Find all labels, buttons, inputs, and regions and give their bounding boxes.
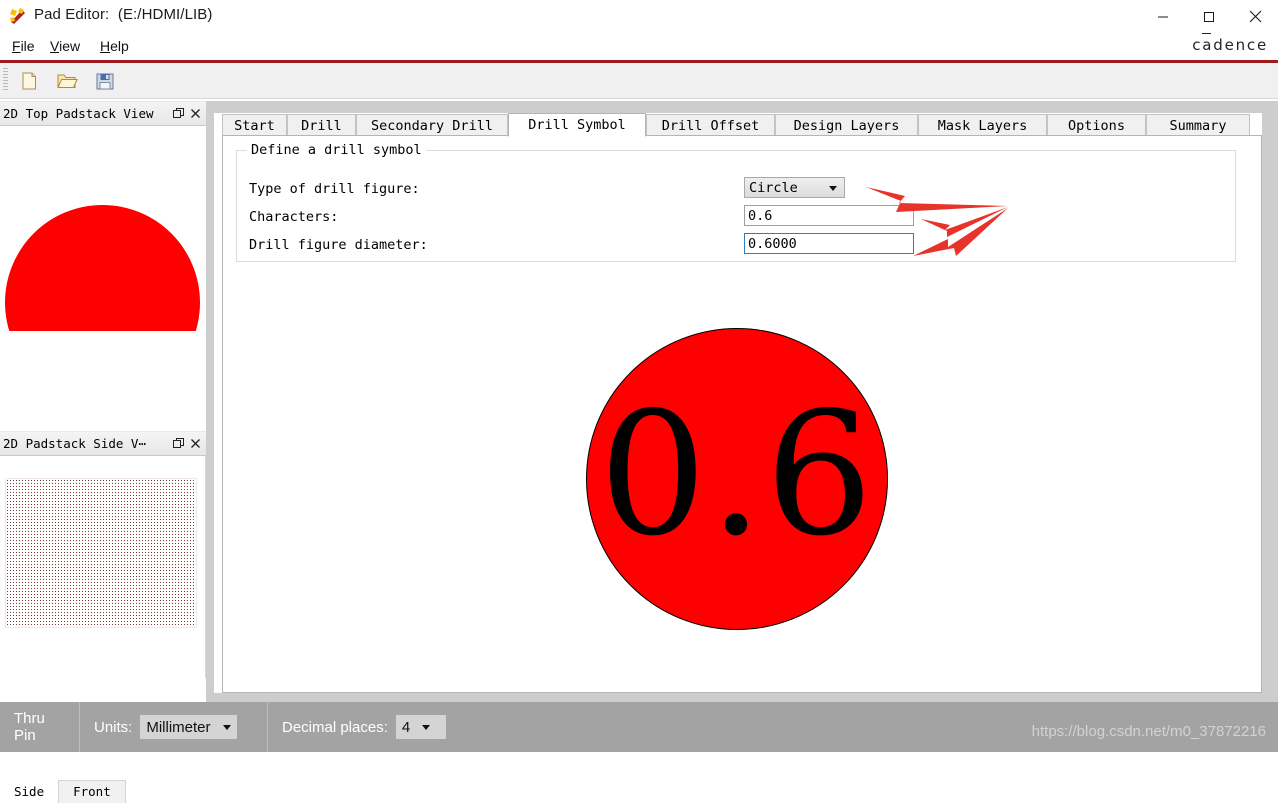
- drill-symbol-preview: 0.6: [586, 328, 888, 630]
- status-divider: [468, 702, 470, 752]
- main-tab-strip: Start Drill Secondary Drill Drill Symbol…: [222, 113, 1262, 137]
- toolbar: [0, 63, 1278, 99]
- tab-secondary-drill[interactable]: Secondary Drill: [356, 114, 508, 136]
- menu-file-mnemonic: F: [12, 38, 21, 54]
- status-pin-type-label: Thru Pin: [14, 710, 45, 744]
- decimal-places-label: Decimal places:: [282, 718, 388, 736]
- window-title: Pad Editor: (E:/HDMI/LIB): [34, 6, 213, 23]
- units-value: Millimeter: [146, 718, 211, 736]
- tab-mask-layers[interactable]: Mask Layers: [918, 114, 1047, 136]
- side-padstack-panel-header: 2D Padstack Side V⋯: [0, 431, 206, 456]
- menu-help-mnemonic: H: [100, 38, 111, 54]
- drill-symbol-panel: Define a drill symbol Type of drill figu…: [222, 135, 1262, 693]
- float-panel-icon[interactable]: [170, 435, 186, 451]
- menu-file-label: ile: [20, 38, 35, 54]
- define-drill-symbol-title: Define a drill symbol: [247, 142, 426, 158]
- drill-symbol-preview-text: 0.6: [598, 376, 876, 574]
- status-decimal-places: Decimal places: 4: [268, 702, 468, 752]
- padstack-side-view-panel: 2D Padstack Side V⋯: [0, 431, 206, 702]
- chevron-down-icon: [829, 186, 837, 191]
- drill-figure-diameter-input[interactable]: [744, 233, 914, 254]
- top-padstack-pad-shape: [5, 205, 200, 331]
- window-controls: [1140, 0, 1278, 33]
- tab-drill[interactable]: Drill: [287, 114, 356, 136]
- drill-figure-diameter-label: Drill figure diameter:: [249, 237, 428, 253]
- float-panel-icon[interactable]: [170, 105, 186, 121]
- window-background-right: [1262, 101, 1278, 702]
- characters-label: Characters:: [249, 209, 339, 225]
- menu-bar: File View Help: [0, 33, 1278, 60]
- tab-design-layers[interactable]: Design Layers: [775, 114, 918, 136]
- status-bar: Thru Pin Units: Millimeter Decimal place…: [0, 702, 1278, 752]
- side-padstack-layer-shape: [5, 478, 197, 628]
- left-dock: 2D Top Padstack View 2D Padstack Side V⋯: [0, 101, 206, 803]
- new-file-icon: [19, 71, 39, 94]
- watermark-url: https://blog.csdn.net/m0_37872216: [1031, 723, 1266, 740]
- menu-help-label: elp: [110, 38, 129, 54]
- brand-after: dence: [1213, 36, 1268, 54]
- dock-tab-side[interactable]: Side: [0, 781, 59, 803]
- characters-input[interactable]: [744, 205, 914, 226]
- status-pin-type: Thru Pin: [0, 702, 80, 752]
- chevron-down-icon: [222, 724, 231, 730]
- top-padstack-view-panel: 2D Top Padstack View: [0, 101, 206, 331]
- top-padstack-panel-body: [0, 126, 206, 331]
- menu-view-mnemonic: V: [50, 38, 60, 54]
- top-padstack-panel-header: 2D Top Padstack View: [0, 101, 206, 126]
- menu-view[interactable]: View: [46, 37, 84, 55]
- close-panel-icon[interactable]: [187, 105, 203, 121]
- top-padstack-panel-title: 2D Top Padstack View: [3, 106, 154, 121]
- units-label: Units:: [94, 718, 133, 736]
- tab-drill-offset[interactable]: Drill Offset: [646, 114, 775, 136]
- tab-summary[interactable]: Summary: [1146, 114, 1250, 136]
- dock-view-tabs: Side Front: [0, 778, 206, 803]
- tab-options[interactable]: Options: [1047, 114, 1146, 136]
- status-units: Units: Millimeter: [80, 702, 268, 752]
- new-file-button[interactable]: [14, 68, 44, 96]
- save-file-icon: [95, 71, 115, 94]
- close-button[interactable]: [1232, 0, 1278, 33]
- pad-editor-window: Pad Editor: (E:/HDMI/LIB) File View Help…: [0, 0, 1278, 803]
- minimize-button[interactable]: [1140, 0, 1186, 33]
- open-file-icon: [56, 71, 78, 94]
- menu-view-label: iew: [59, 38, 81, 54]
- decimal-places-select[interactable]: 4: [395, 715, 446, 739]
- type-of-drill-figure-label: Type of drill figure:: [249, 181, 420, 197]
- type-of-drill-figure-select[interactable]: Circle: [744, 177, 845, 198]
- cadence-logo: cadence: [1192, 36, 1268, 54]
- close-panel-icon[interactable]: [187, 435, 203, 451]
- title-bar: Pad Editor: (E:/HDMI/LIB): [0, 0, 1278, 33]
- tab-start[interactable]: Start: [222, 114, 287, 136]
- define-drill-symbol-group: Define a drill symbol Type of drill figu…: [236, 142, 1236, 262]
- menu-help[interactable]: Help: [96, 37, 133, 55]
- side-padstack-panel-body: [0, 456, 206, 678]
- decimal-places-value: 4: [401, 718, 411, 736]
- dock-splitter[interactable]: [206, 101, 214, 702]
- side-padstack-panel-title: 2D Padstack Side V⋯: [3, 436, 146, 451]
- chevron-down-icon: [422, 724, 431, 730]
- menu-file[interactable]: File: [8, 37, 39, 55]
- maximize-button[interactable]: [1186, 0, 1232, 33]
- open-file-button[interactable]: [52, 68, 82, 96]
- pad-editor-icon: [8, 6, 28, 26]
- save-file-button[interactable]: [90, 68, 120, 96]
- window-background-top: [214, 101, 1278, 113]
- units-select[interactable]: Millimeter: [140, 715, 237, 739]
- brand-before: c: [1192, 36, 1203, 54]
- toolbar-grip[interactable]: [3, 68, 8, 92]
- dock-tab-front[interactable]: Front: [58, 780, 126, 803]
- brand-macron-letter: a: [1202, 36, 1214, 54]
- tab-drill-symbol[interactable]: Drill Symbol: [508, 113, 646, 137]
- type-of-drill-figure-value: Circle: [749, 180, 798, 196]
- window-background-bottom: [214, 693, 1278, 702]
